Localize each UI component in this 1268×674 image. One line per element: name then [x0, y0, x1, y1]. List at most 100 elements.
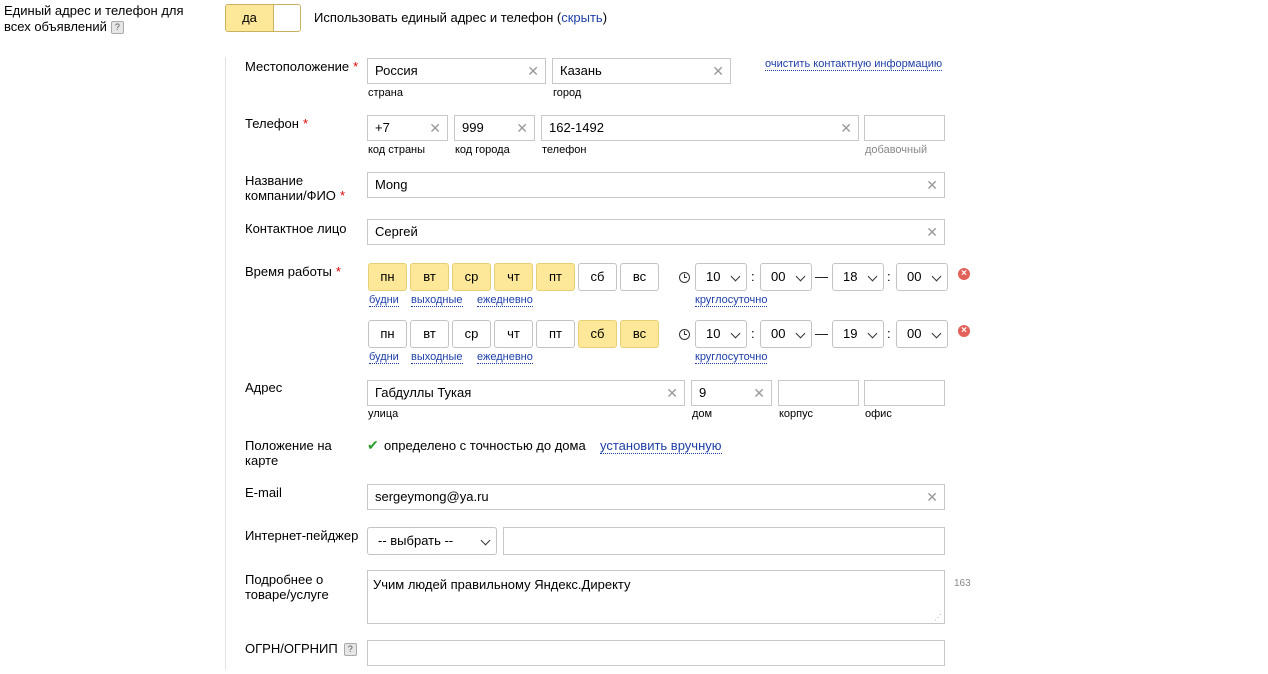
phone-number-sub: телефон — [542, 144, 587, 156]
day-toggle-пт[interactable]: пт — [536, 320, 575, 348]
time-colon: : — [887, 269, 891, 284]
pager-select[interactable]: -- выбрать -- — [367, 527, 497, 555]
extension-sub: добавочный — [865, 144, 928, 156]
preset-weekend-link[interactable]: выходные — [411, 294, 463, 307]
clear-icon[interactable]: ✕ — [516, 116, 528, 140]
map-label: Положение на карте — [245, 438, 332, 468]
day-toggle-пн[interactable]: пн — [368, 320, 407, 348]
preset-daily-link[interactable]: ежедневно — [477, 351, 533, 364]
round-clock-link[interactable]: круглосуточно — [695, 294, 768, 307]
clock-icon — [679, 329, 690, 340]
city-code-sub: код города — [455, 144, 510, 156]
preset-weekdays-link[interactable]: будни — [369, 351, 399, 364]
day-toggle-ср[interactable]: ср — [452, 320, 491, 348]
day-toggle-сб[interactable]: сб — [578, 320, 617, 348]
clear-icon[interactable]: ✕ — [926, 485, 938, 509]
day-toggle-вс[interactable]: вс — [620, 263, 659, 291]
unified-contact-text: Использовать единый адрес и телефон ( — [314, 10, 562, 25]
office-input[interactable] — [864, 380, 945, 406]
day-toggle-вт[interactable]: вт — [410, 263, 449, 291]
day-toggle-сб[interactable]: сб — [578, 263, 617, 291]
clear-icon[interactable]: ✕ — [527, 59, 539, 83]
to-minute-select[interactable]: 00 — [896, 263, 948, 291]
location-label: Местоположение * — [245, 59, 359, 74]
chevron-down-icon — [931, 271, 942, 282]
country-sub: страна — [368, 87, 403, 99]
house-input[interactable]: 9 ✕ — [691, 380, 772, 406]
help-icon[interactable]: ? — [343, 643, 357, 657]
help-icon[interactable]: ? — [110, 21, 124, 35]
time-colon: : — [751, 269, 755, 284]
street-input[interactable]: Габдуллы Тукая ✕ — [367, 380, 685, 406]
clear-contact-link[interactable]: очистить контактную информацию — [765, 58, 943, 71]
office-sub: офис — [865, 408, 892, 420]
from-minute-select[interactable]: 00 — [760, 263, 812, 291]
day-toggle-пт[interactable]: пт — [536, 263, 575, 291]
from-hour-select-value: 10 — [706, 326, 721, 341]
building-sub: корпус — [779, 408, 814, 420]
country-input[interactable]: Россия ✕ — [367, 58, 546, 84]
hide-link[interactable]: скрыть — [561, 10, 603, 25]
delete-hours-icon[interactable]: × — [958, 325, 970, 337]
details-textarea[interactable]: Учим людей правильному Яндекс.Директу ⋰ — [367, 570, 945, 624]
building-input[interactable] — [778, 380, 859, 406]
company-input[interactable]: Mong ✕ — [367, 172, 945, 198]
city-input[interactable]: Казань ✕ — [552, 58, 731, 84]
from-hour-select-value: 10 — [706, 269, 721, 284]
to-hour-select[interactable]: 19 — [832, 320, 884, 348]
city-code-input[interactable]: 999 ✕ — [454, 115, 535, 141]
clear-icon[interactable]: ✕ — [712, 59, 724, 83]
from-hour-select[interactable]: 10 — [695, 263, 747, 291]
city-sub: город — [553, 87, 582, 99]
day-toggle-ср[interactable]: ср — [452, 263, 491, 291]
to-hour-select-value: 18 — [843, 269, 858, 284]
clear-icon[interactable]: ✕ — [840, 116, 852, 140]
country-code-sub: код страны — [368, 144, 426, 156]
clear-icon[interactable]: ✕ — [666, 381, 678, 405]
clear-icon[interactable]: ✕ — [429, 116, 441, 140]
chevron-down-icon — [931, 328, 942, 339]
extension-input[interactable] — [864, 115, 945, 141]
hours-row: пн вт ср чт пт сб вс будни выходные ежедневно круг… — [0, 263, 1268, 313]
chevron-down-icon — [480, 535, 491, 546]
from-hour-select[interactable]: 10 — [695, 320, 747, 348]
clear-icon[interactable]: ✕ — [753, 381, 765, 405]
preset-weekend-link[interactable]: выходные — [411, 351, 463, 364]
pager-input[interactable] — [503, 527, 945, 555]
map-status: определено с точностью до дома — [384, 438, 586, 453]
details-label: Подробнее о товаре/услуге — [245, 572, 329, 602]
day-toggle-чт[interactable]: чт — [494, 320, 533, 348]
contact-input[interactable]: Сергей ✕ — [367, 219, 945, 245]
preset-weekdays-link[interactable]: будни — [369, 294, 399, 307]
time-dash: — — [815, 269, 828, 284]
day-toggle-вт[interactable]: вт — [410, 320, 449, 348]
clock-icon — [679, 272, 690, 283]
from-minute-select-value: 00 — [771, 326, 786, 341]
time-colon: : — [751, 326, 755, 341]
delete-hours-icon[interactable]: × — [958, 268, 970, 280]
set-manually-link[interactable]: установить вручную — [600, 438, 722, 454]
hours-row: пн вт ср чт пт сб вс будни выходные ежедневно круг… — [0, 320, 1268, 370]
to-hour-select-value: 19 — [843, 326, 858, 341]
to-hour-select[interactable]: 18 — [832, 263, 884, 291]
day-toggle-вс[interactable]: вс — [620, 320, 659, 348]
toggle-yes-option[interactable]: да — [226, 5, 273, 31]
ogrn-input[interactable] — [367, 640, 945, 666]
resize-handle-icon[interactable]: ⋰ — [934, 614, 942, 622]
country-code-input[interactable]: +7 ✕ — [367, 115, 448, 141]
unified-contact-toggle[interactable]: да — [225, 4, 301, 32]
day-toggle-пн[interactable]: пн — [368, 263, 407, 291]
to-minute-select[interactable]: 00 — [896, 320, 948, 348]
email-label: E-mail — [245, 485, 282, 500]
phone-number-input[interactable]: 162-1492 ✕ — [541, 115, 859, 141]
from-minute-select[interactable]: 00 — [760, 320, 812, 348]
chevron-down-icon — [795, 328, 806, 339]
clear-icon[interactable]: ✕ — [926, 220, 938, 244]
preset-daily-link[interactable]: ежедневно — [477, 294, 533, 307]
clear-icon[interactable]: ✕ — [926, 173, 938, 197]
email-input[interactable]: sergeymong@ya.ru ✕ — [367, 484, 945, 510]
toggle-no-option[interactable] — [273, 5, 300, 31]
day-toggle-чт[interactable]: чт — [494, 263, 533, 291]
round-clock-link[interactable]: круглосуточно — [695, 351, 768, 364]
unified-contact-text-end: ) — [602, 10, 608, 25]
